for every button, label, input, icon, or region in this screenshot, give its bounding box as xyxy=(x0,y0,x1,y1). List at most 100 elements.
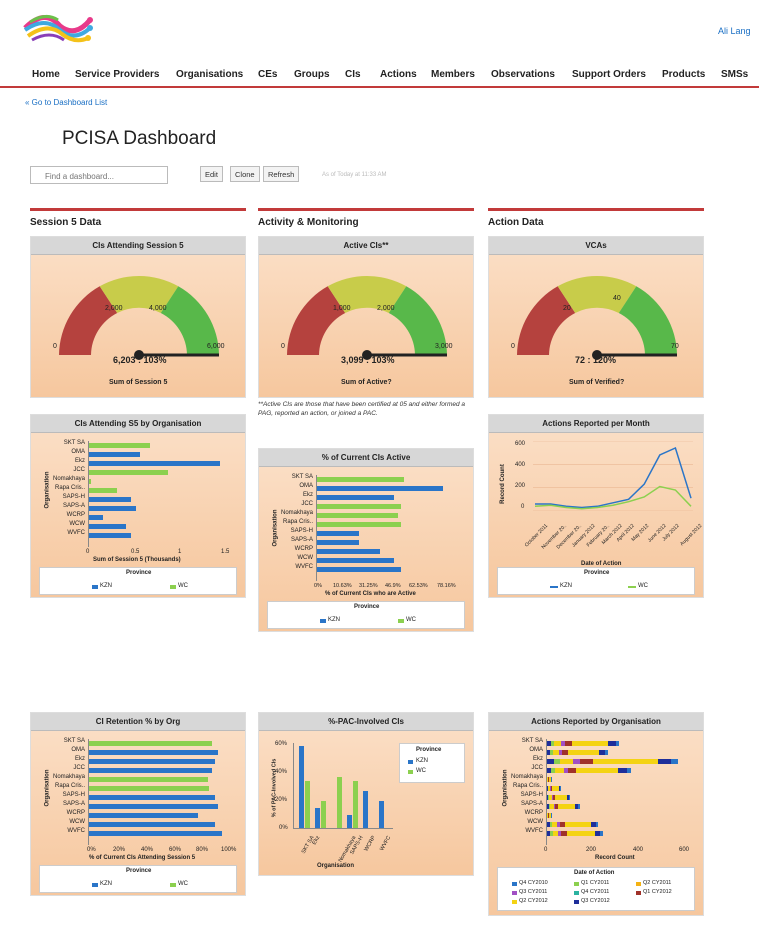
bar-segment xyxy=(569,795,571,800)
x-tick: 600 xyxy=(679,847,690,853)
category-label: SKT SA xyxy=(521,738,543,744)
x-tick: 200 xyxy=(586,847,597,853)
category-label: WVFC xyxy=(525,828,543,834)
bar-wcrp xyxy=(317,549,380,554)
chart-panel-attending-by-org[interactable]: CIs Attending S5 by Organisation Organis… xyxy=(30,414,246,598)
gauge-panel-session5[interactable]: CIs Attending Session 5 0 2,000 4,000 6,… xyxy=(30,236,246,398)
chart-panel-actions-per-month[interactable]: Actions Reported per Month Record Count … xyxy=(488,414,704,598)
category-label: WCW xyxy=(69,521,85,527)
bar-oma xyxy=(89,452,141,457)
y-tick: 600 xyxy=(515,441,526,447)
legend-wc: WC xyxy=(178,881,188,887)
category-label: SAPS-H xyxy=(290,528,313,534)
panel-title: VCAs xyxy=(489,237,703,255)
panel-title: CIs Attending Session 5 xyxy=(31,237,245,255)
legend-kzn: KZN xyxy=(416,758,428,764)
bar-skt-sa xyxy=(317,477,404,482)
nav-support-orders[interactable]: Support Orders xyxy=(572,69,646,80)
x-tick: 62.53% xyxy=(409,583,428,589)
y-tick: 40% xyxy=(275,769,288,775)
bar-wcrp xyxy=(89,813,199,818)
category-label: SAPS-H xyxy=(62,792,85,798)
gauge-panel-vcas[interactable]: VCAs 0 20 40 70 72 : 120% Sum of Verifie… xyxy=(488,236,704,398)
gauge-tick: 2,000 xyxy=(377,305,395,312)
x-tick: 40% xyxy=(141,847,154,853)
nav-service-providers[interactable]: Service Providers xyxy=(75,69,160,80)
category-label: Ekz xyxy=(532,756,543,762)
gauge-tick: 4,000 xyxy=(149,305,167,312)
y-tick: 60% xyxy=(275,741,288,747)
bar-segment xyxy=(608,741,616,746)
nav-actions[interactable]: Actions xyxy=(380,69,417,80)
gauge-value: 72 : 120% xyxy=(575,355,617,365)
bar-saps-h xyxy=(89,795,215,800)
nav-home[interactable]: Home xyxy=(32,69,60,80)
last-updated-text: As of Today at 11:33 AM xyxy=(322,172,387,178)
gauge-panel-active[interactable]: Active CIs** 0 1,000 2,000 3,000 3,099 :… xyxy=(258,236,474,398)
bar-segment xyxy=(551,777,553,782)
category-label: Rapa Cris.. xyxy=(54,783,85,789)
legend-swatch-wc xyxy=(170,883,176,887)
nav-products[interactable]: Products xyxy=(662,69,705,80)
nav-observations[interactable]: Observations xyxy=(491,69,555,80)
column-ekz-kzn xyxy=(315,808,320,828)
bar-saps-h xyxy=(317,531,359,536)
find-dashboard-input[interactable] xyxy=(30,166,168,184)
x-tick: WVFC xyxy=(379,835,393,853)
chart-panel-pac-involved[interactable]: %-PAC-Involved CIs % of PAC-Involved CIs… xyxy=(258,712,474,876)
chart-panel-actions-by-org[interactable]: Actions Reported by Organisation Organis… xyxy=(488,712,704,916)
legend-swatch xyxy=(636,891,641,895)
category-label: JCC xyxy=(531,765,543,771)
gauge-tick: 0 xyxy=(281,343,285,350)
column-saps-h-kzn xyxy=(347,814,352,828)
dashboard-list-link[interactable]: « Go to Dashboard List xyxy=(25,98,107,107)
category-label: SKT SA xyxy=(63,738,85,744)
category-label: Rapa Cris.. xyxy=(512,783,543,789)
chart-panel-pct-active[interactable]: % of Current CIs Active Organisation SKT… xyxy=(258,448,474,632)
category-label: OMA xyxy=(529,747,543,753)
chart-panel-retention[interactable]: CI Retention % by Org Organisation SKT S… xyxy=(30,712,246,896)
category-label: SAPS-A xyxy=(62,801,85,807)
refresh-button[interactable]: Refresh xyxy=(263,166,300,182)
column-nomakhaya-wc xyxy=(337,777,342,828)
gauge-tick: 0 xyxy=(511,343,515,350)
nav-organisations[interactable]: Organisations xyxy=(176,69,243,80)
legend-swatch xyxy=(574,900,579,904)
x-tick: 0.5 xyxy=(131,549,140,555)
user-menu-link[interactable]: Ali Lang xyxy=(718,26,751,36)
category-label: JCC xyxy=(73,765,85,771)
column-ekz-wc xyxy=(321,801,326,828)
edit-button[interactable]: Edit xyxy=(200,166,223,182)
bar-skt-sa xyxy=(89,741,213,746)
y-tick: 400 xyxy=(515,462,526,468)
column-wcrp-kzn xyxy=(363,790,368,828)
gauge-value: 6,203 : 103% xyxy=(113,355,167,365)
gauge-tick: 0 xyxy=(53,343,57,350)
legend-wc: WC xyxy=(406,617,416,623)
bar-segment xyxy=(564,822,591,827)
bar-wcrp xyxy=(89,515,103,520)
bar-jcc xyxy=(89,768,213,773)
panel-title: % of Current CIs Active xyxy=(259,449,473,467)
nav-cis[interactable]: CIs xyxy=(345,69,361,80)
category-label: OMA xyxy=(71,747,85,753)
bar-segment xyxy=(560,786,562,791)
bar-saps-a xyxy=(317,540,359,545)
nav-ces[interactable]: CEs xyxy=(258,69,277,80)
main-nav: Home Service Providers Organisations CEs… xyxy=(0,66,759,88)
bar-nomakhaya xyxy=(317,513,399,518)
nav-members[interactable]: Members xyxy=(431,69,475,80)
category-label: SKT SA xyxy=(291,474,313,480)
bar-segment xyxy=(555,768,564,773)
nav-groups[interactable]: Groups xyxy=(294,69,330,80)
clone-button[interactable]: Clone xyxy=(230,166,260,182)
x-tick: WCRP xyxy=(363,835,378,853)
category-label: SKT SA xyxy=(63,440,85,446)
nav-smss[interactable]: SMSs xyxy=(721,69,748,80)
legend-swatch-wc xyxy=(398,619,404,623)
page-title: PCISA Dashboard xyxy=(62,128,217,149)
panel-title: CI Retention % by Org xyxy=(31,713,245,731)
legend: Province KZN WC xyxy=(399,743,465,783)
x-tick: 1.5 xyxy=(221,549,230,555)
bar-jcc xyxy=(89,470,169,475)
